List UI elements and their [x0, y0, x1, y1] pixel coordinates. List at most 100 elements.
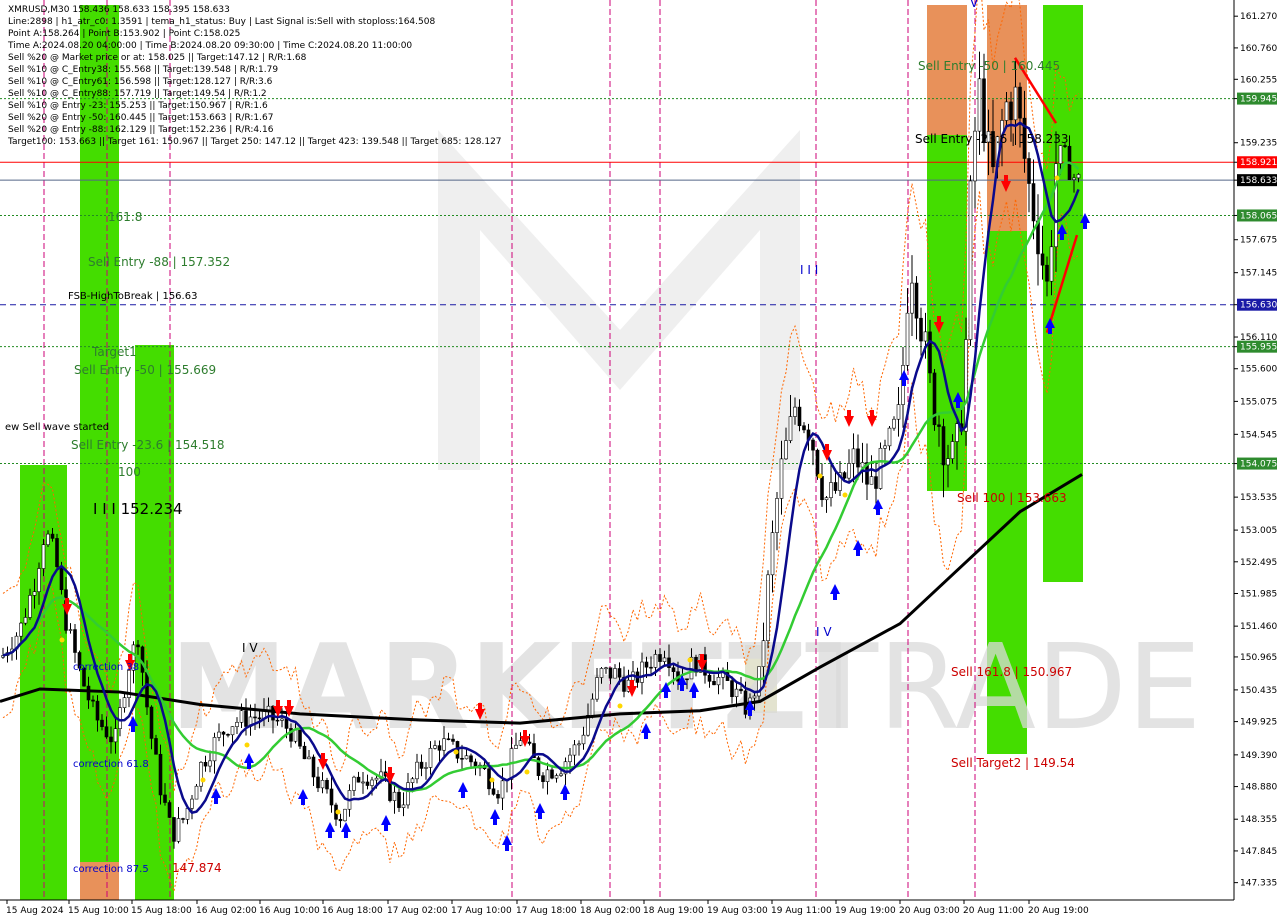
x-tick-label: 17 Aug 02:00	[387, 906, 448, 916]
candle-body	[176, 818, 181, 842]
candle-body	[811, 439, 815, 451]
candle-body	[514, 744, 518, 749]
candle-body	[370, 779, 374, 786]
y-tick-label: 159.235	[1240, 139, 1277, 149]
candle-body	[568, 754, 572, 763]
x-tick-label: 18 Aug 19:00	[643, 906, 704, 916]
candle-body	[172, 817, 176, 842]
candle-body	[419, 761, 424, 769]
candle-body	[154, 738, 158, 755]
x-tick-label: 19 Aug 19:00	[835, 906, 896, 916]
watermark-left-text: MARKETZI	[170, 618, 852, 756]
y-tick-label: 149.390	[1240, 751, 1277, 761]
candle-body	[734, 688, 739, 698]
x-tick-label: 16 Aug 02:00	[196, 906, 257, 916]
candle-body	[1013, 86, 1018, 121]
candle-body	[887, 427, 892, 447]
candle-body	[199, 761, 203, 787]
info-line: Sell %10 @ C_Entry61: 156.598 || Target:…	[8, 77, 273, 87]
candle-body	[122, 697, 127, 708]
candle-body	[203, 761, 208, 767]
price-chart[interactable]: MARKETZI TRADE Sell Entry -50 | 160.445 S…	[0, 0, 1280, 920]
candle-body	[1049, 246, 1054, 282]
price-tag-label: 158.921	[1240, 158, 1277, 168]
candle-body	[1058, 145, 1063, 164]
candle-body	[914, 282, 919, 319]
candle-body	[833, 482, 838, 491]
candle-body	[23, 617, 28, 624]
candle-body	[244, 710, 248, 727]
candle-body	[118, 707, 122, 729]
x-tick-label: 15 Aug 10:00	[68, 906, 129, 916]
candle-body	[604, 667, 608, 670]
candle-body	[257, 717, 262, 720]
candle-body	[167, 802, 172, 818]
y-tick-label: 160.255	[1240, 75, 1277, 85]
candle-body	[1027, 158, 1031, 184]
signal-dot	[1054, 175, 1060, 181]
candle-body	[163, 794, 167, 803]
candle-body	[392, 791, 397, 801]
buy-arrow-icon	[560, 784, 570, 800]
signal-dot	[244, 742, 250, 748]
candle-body	[221, 731, 226, 735]
candle-body	[658, 654, 662, 662]
y-tick-label: 161.270	[1240, 12, 1277, 22]
candle-body	[424, 767, 428, 769]
signal-dot	[617, 703, 623, 709]
candle-body	[365, 781, 370, 786]
y-tick-label: 153.005	[1240, 526, 1277, 536]
candle-body	[775, 498, 779, 533]
candle-body	[68, 629, 73, 631]
candle-body	[298, 729, 302, 747]
candle-body	[217, 731, 221, 738]
candle-body	[1004, 101, 1009, 121]
buy-arrow-icon	[853, 540, 863, 556]
candle-body	[707, 674, 712, 682]
candle-body	[1009, 101, 1013, 121]
signal-dot	[335, 809, 341, 815]
candle-body	[847, 463, 851, 479]
info-line: Sell %20 @ Entry -88: 162.129 || Target:…	[8, 125, 274, 135]
candle-body	[761, 640, 766, 667]
buy-arrow-icon	[502, 835, 512, 851]
signal-dot	[59, 637, 65, 643]
info-line: Time A:2024.08.20 04:00:00 | Time B:2024…	[7, 41, 412, 51]
candle-body	[527, 741, 532, 744]
candle-body	[892, 418, 896, 429]
candle-body	[1018, 86, 1022, 119]
candle-body	[338, 818, 343, 822]
candle-body	[608, 667, 613, 679]
candle-body	[671, 667, 676, 672]
candle-body	[158, 753, 163, 796]
candle-body	[653, 654, 658, 668]
buy-arrow-icon	[490, 809, 500, 825]
chart-annotation: Sell Entry -23.6 | 158.233	[915, 132, 1069, 146]
candle-body	[793, 406, 797, 417]
candle-body	[46, 533, 50, 545]
candle-body	[599, 668, 604, 678]
candle-body	[554, 775, 559, 779]
y-tick-label: 154.545	[1240, 430, 1277, 440]
y-tick-label: 151.985	[1240, 590, 1277, 600]
candle-body	[73, 629, 77, 653]
candle-body	[280, 718, 284, 721]
x-tick-label: 16 Aug 10:00	[259, 906, 320, 916]
chart-annotation: correction 38	[73, 662, 139, 673]
chart-annotation: I V	[242, 641, 258, 655]
y-tick-label: 152.495	[1240, 558, 1277, 568]
candle-body	[329, 788, 334, 806]
candle-body	[361, 781, 365, 784]
y-tick-label: 150.435	[1240, 686, 1277, 696]
candle-body	[739, 688, 743, 692]
y-tick-label: 149.925	[1240, 718, 1277, 728]
candle-body	[109, 736, 113, 743]
candle-body	[464, 755, 469, 760]
candle-body	[433, 745, 437, 749]
candle-body	[644, 661, 649, 668]
signal-dot	[842, 492, 848, 498]
candle-body	[325, 779, 329, 790]
candle-body	[230, 726, 235, 736]
candle-body	[550, 769, 554, 779]
candle-body	[1045, 264, 1049, 282]
